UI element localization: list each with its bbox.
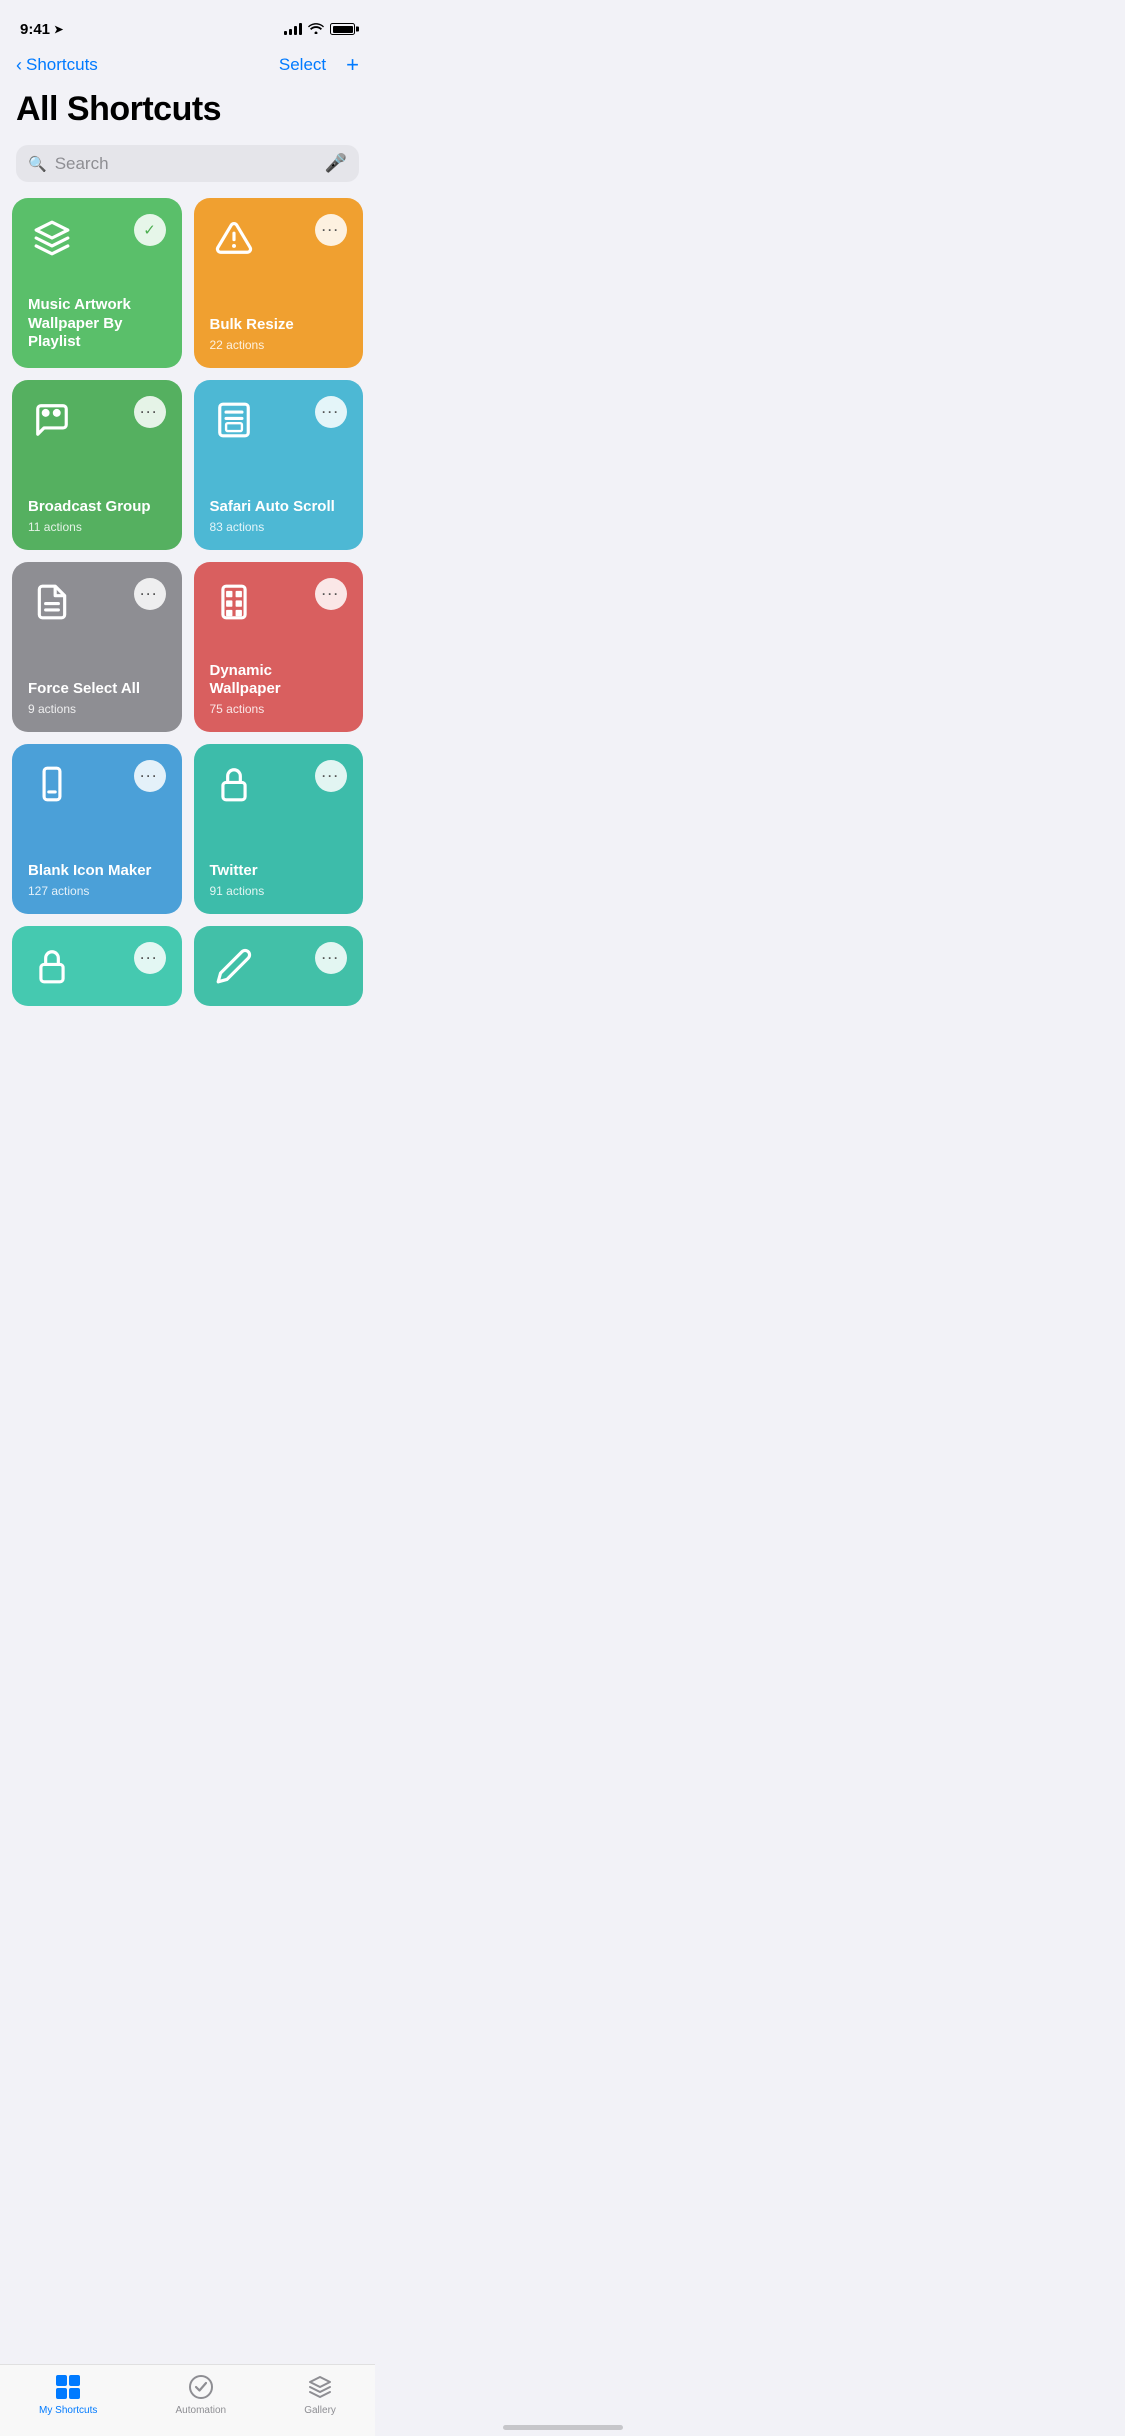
microphone-icon[interactable]: 🎤: [325, 153, 347, 174]
wifi-icon: [308, 21, 324, 37]
card-title: Music Artwork Wallpaper By Playlist: [28, 296, 166, 352]
shortcut-card-partial-1[interactable]: ···: [12, 926, 182, 1006]
shortcut-card-bulk-resize[interactable]: ··· Bulk Resize 22 actions: [194, 198, 364, 368]
signal-icon: [284, 23, 302, 35]
pencil-icon: [210, 942, 258, 990]
card-top: ···: [210, 396, 348, 444]
card-title: Force Select All: [28, 680, 166, 699]
card-top: ···: [28, 396, 166, 444]
card-subtitle: 91 actions: [210, 884, 348, 898]
shortcut-card-broadcast-group[interactable]: ··· Broadcast Group 11 actions: [12, 380, 182, 550]
warning-icon: [210, 214, 258, 262]
card-top: ···: [210, 578, 348, 626]
location-icon: ➤: [54, 23, 63, 36]
card-top: ···: [28, 760, 166, 808]
search-icon: 🔍: [28, 155, 47, 173]
chat-icon: [28, 396, 76, 444]
phone-grid-icon: [210, 578, 258, 626]
card-top: ···: [210, 760, 348, 808]
back-chevron-icon: ‹: [16, 56, 22, 74]
nav-bar: ‹ Shortcuts Select +: [0, 44, 375, 86]
tab-automation-label: Automation: [176, 2405, 227, 2416]
more-options-icon[interactable]: ···: [134, 578, 166, 610]
more-options-icon[interactable]: ···: [315, 396, 347, 428]
card-subtitle: 22 actions: [210, 338, 348, 352]
nav-actions: Select +: [279, 52, 359, 78]
tab-automation[interactable]: Automation: [176, 2373, 227, 2416]
card-top: ···: [28, 942, 166, 990]
shortcut-card-dynamic-wallpaper[interactable]: ··· Dynamic Wallpaper 75 actions: [194, 562, 364, 732]
tab-gallery-label: Gallery: [304, 2405, 336, 2416]
tab-my-shortcuts-label: My Shortcuts: [39, 2405, 97, 2416]
lock-icon: [28, 942, 76, 990]
search-container: 🔍 Search 🎤: [0, 145, 375, 198]
card-bottom: Dynamic Wallpaper 75 actions: [210, 654, 348, 717]
shortcut-card-partial-2[interactable]: ···: [194, 926, 364, 1006]
shortcuts-grid: ✓ Music Artwork Wallpaper By Playlist ··…: [0, 198, 375, 914]
card-bottom: Blank Icon Maker 127 actions: [28, 854, 166, 898]
home-indicator: [503, 2425, 623, 2430]
card-bottom: Broadcast Group 11 actions: [28, 490, 166, 534]
more-options-icon[interactable]: ···: [134, 760, 166, 792]
card-bottom: Bulk Resize 22 actions: [210, 308, 348, 352]
page-title: All Shortcuts: [0, 86, 375, 145]
tab-my-shortcuts[interactable]: My Shortcuts: [39, 2373, 97, 2416]
card-top: ···: [210, 942, 348, 990]
battery-icon: [330, 23, 355, 35]
back-label: Shortcuts: [26, 55, 98, 75]
card-bottom: Safari Auto Scroll 83 actions: [210, 490, 348, 534]
back-button[interactable]: ‹ Shortcuts: [16, 55, 98, 75]
card-top: ✓: [28, 214, 166, 262]
card-bottom: Twitter 91 actions: [210, 854, 348, 898]
automation-icon: [187, 2373, 215, 2401]
more-options-icon[interactable]: ···: [315, 214, 347, 246]
card-subtitle: 11 actions: [28, 520, 166, 534]
partial-cards-row: ··· ···: [0, 926, 375, 1006]
shortcut-card-music-artwork[interactable]: ✓ Music Artwork Wallpaper By Playlist: [12, 198, 182, 368]
more-options-icon[interactable]: ···: [134, 396, 166, 428]
gallery-icon: [306, 2373, 334, 2401]
card-subtitle: 83 actions: [210, 520, 348, 534]
add-button[interactable]: +: [346, 52, 359, 78]
card-bottom: Force Select All 9 actions: [28, 672, 166, 716]
card-title: Blank Icon Maker: [28, 862, 166, 881]
more-options-icon[interactable]: ···: [134, 942, 166, 974]
layers-icon: [28, 214, 76, 262]
card-bottom: Music Artwork Wallpaper By Playlist: [28, 288, 166, 352]
shortcut-card-safari-auto-scroll[interactable]: ··· Safari Auto Scroll 83 actions: [194, 380, 364, 550]
card-top: ···: [210, 214, 348, 262]
phone-icon: [28, 760, 76, 808]
lock-icon: [210, 760, 258, 808]
status-icons: [284, 21, 355, 37]
time-display: 9:41: [20, 21, 50, 38]
select-button[interactable]: Select: [279, 55, 326, 75]
more-options-icon[interactable]: ···: [315, 942, 347, 974]
card-title: Safari Auto Scroll: [210, 498, 348, 517]
more-options-icon[interactable]: ···: [315, 760, 347, 792]
search-input[interactable]: Search: [55, 154, 317, 174]
check-icon[interactable]: ✓: [134, 214, 166, 246]
card-subtitle: 75 actions: [210, 702, 348, 716]
status-time: 9:41 ➤: [20, 21, 63, 38]
shortcut-card-force-select-all[interactable]: ··· Force Select All 9 actions: [12, 562, 182, 732]
tab-gallery[interactable]: Gallery: [304, 2373, 336, 2416]
card-title: Dynamic Wallpaper: [210, 662, 348, 700]
card-top: ···: [28, 578, 166, 626]
card-subtitle: 9 actions: [28, 702, 166, 716]
card-title: Twitter: [210, 862, 348, 881]
more-options-icon[interactable]: ···: [315, 578, 347, 610]
shortcut-card-twitter[interactable]: ··· Twitter 91 actions: [194, 744, 364, 914]
search-bar[interactable]: 🔍 Search 🎤: [16, 145, 359, 182]
shortcut-card-blank-icon-maker[interactable]: ··· Blank Icon Maker 127 actions: [12, 744, 182, 914]
status-bar: 9:41 ➤: [0, 0, 375, 44]
my-shortcuts-icon: [54, 2373, 82, 2401]
document-image-icon: [210, 396, 258, 444]
card-title: Bulk Resize: [210, 316, 348, 335]
tab-bar: My Shortcuts Automation Gallery: [0, 2364, 375, 2436]
card-title: Broadcast Group: [28, 498, 166, 517]
card-subtitle: 127 actions: [28, 884, 166, 898]
document-text-icon: [28, 578, 76, 626]
